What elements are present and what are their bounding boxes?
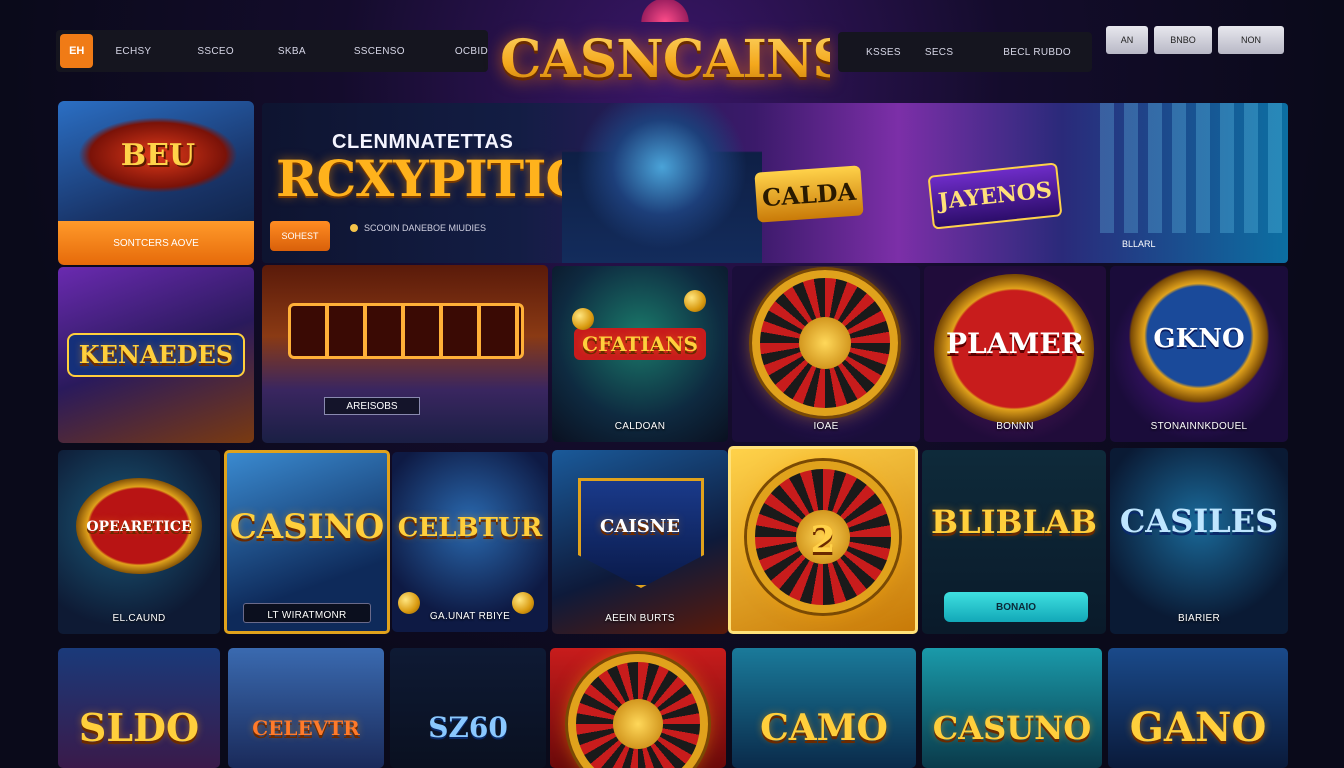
game-label: BONNN	[996, 421, 1034, 432]
nav-link-3[interactable]: SKBA	[278, 46, 306, 57]
game-title-art: SLDO	[78, 705, 200, 750]
hero-corner-label: BLLARL	[1122, 239, 1156, 249]
hero-title: RCXYPITIO	[276, 149, 589, 208]
game-title-art: PLAMER	[945, 327, 1085, 360]
top-bar: EH ECHSY SSCEO SKBA SSCENSO OCBID CASNCA…	[0, 0, 1344, 90]
game-label: AREISOBS	[324, 397, 420, 415]
hero-note: SCOOIN DANEBOE MIUDIES	[350, 223, 486, 233]
secondary-nav: KSSES SECS BECL RUBDO	[838, 32, 1092, 72]
roulette-wheel-image	[568, 654, 708, 768]
game-title-art: GKNO	[1153, 324, 1245, 354]
hero-note-text: SCOOIN DANEBOE MIUDIES	[364, 223, 487, 233]
game-title-art: GANO	[1129, 704, 1267, 751]
game-tile[interactable]: OPEARETICE EL.CAUND	[58, 450, 220, 634]
game-tile[interactable]: KENAEDES	[58, 267, 254, 443]
game-title-art: SZ60	[428, 711, 508, 744]
hero-character-image	[562, 103, 762, 263]
site-logo[interactable]: CASNCAINS	[500, 18, 850, 102]
bonus-button[interactable]: BONAIO	[944, 592, 1088, 622]
game-title-art: CELBTUR	[397, 513, 543, 543]
game-tile[interactable]: CELBTUR GA.UNAT RBIYE	[392, 452, 548, 632]
game-label: IOAE	[813, 421, 839, 432]
game-title-art: CASINO	[229, 507, 385, 547]
game-label: GA.UNAT RBIYE	[429, 611, 511, 622]
signup-button[interactable]: NON	[1218, 26, 1284, 54]
nav-link-8[interactable]: BECL RUBDO	[1003, 47, 1071, 58]
game-tile[interactable]: CAMO	[732, 648, 916, 768]
game-tile[interactable]: BLIBLAB BONAIO	[922, 450, 1106, 634]
game-tile[interactable]: SLDO	[58, 648, 220, 768]
game-title-art: CELEVTR	[252, 716, 360, 740]
game-tile[interactable]: GKNO STONAINNKDOUEL	[1110, 266, 1288, 442]
roulette-wheel-image	[752, 270, 898, 416]
game-tile[interactable]: GANO	[1108, 648, 1288, 768]
game-tile[interactable]: CELEVTR	[228, 648, 384, 768]
game-label: AEEIN BURTS	[605, 613, 675, 624]
game-tile[interactable]: IOAE	[732, 266, 920, 442]
game-tile[interactable]: CFATIANS CALDOAN	[552, 266, 728, 442]
promo-button[interactable]: SONTCERS AOVE	[58, 221, 254, 265]
nav-link-5[interactable]: OCBID	[455, 46, 488, 57]
game-label: STONAINNKDOUEL	[1150, 421, 1248, 432]
game-tile[interactable]: PLAMER BONNN	[924, 266, 1106, 442]
language-button[interactable]: AN	[1106, 26, 1148, 54]
game-tile[interactable]: CASUNO	[922, 648, 1102, 768]
game-title-art: CASUNO	[932, 709, 1092, 747]
nav-link-4[interactable]: SSCENSO	[354, 46, 405, 57]
promo-card[interactable]: BEU SONTCERS AOVE	[58, 101, 254, 265]
game-label: LT WIRATMONR	[267, 610, 347, 621]
hero-sign-left: CALDA	[754, 165, 864, 223]
game-title-art: CFATIANS	[574, 328, 706, 360]
game-tile[interactable]: CAISNE AEEIN BURTS	[552, 450, 728, 634]
slot-reels-image	[288, 303, 524, 359]
hero-cta-button[interactable]: SOHEST	[270, 221, 330, 251]
game-label: BIARIER	[1177, 613, 1221, 624]
nav-link-6[interactable]: KSSES	[866, 47, 901, 58]
game-title-art: KENAEDES	[66, 333, 246, 377]
hero-banner[interactable]: CLENMNATETTAS RCXYPITIO SOHEST SCOOIN DA…	[262, 103, 1288, 263]
nav-link-2[interactable]: SSCEO	[197, 46, 234, 57]
game-title-art: CASILES	[1119, 502, 1279, 540]
game-tile[interactable]: SZ60	[390, 648, 546, 768]
game-tile[interactable]: AREISOBS	[262, 265, 548, 443]
game-label: CALDOAN	[614, 421, 666, 432]
game-title-art: CAISNE	[600, 516, 680, 537]
promo-sign: BEU	[78, 117, 238, 193]
game-tile[interactable]: CASILES BIARIER	[1110, 448, 1288, 634]
game-title-art: OPEARETICE	[86, 519, 192, 535]
game-tile[interactable]: 2	[728, 446, 918, 634]
login-button[interactable]: BNBO	[1154, 26, 1212, 54]
nav-link-1[interactable]: ECHSY	[115, 46, 151, 57]
hero-sign-right: JAYENOS	[927, 162, 1063, 230]
game-title-art: 2	[810, 519, 836, 561]
game-tile[interactable]: CASINO LT WIRATMONR	[224, 450, 390, 634]
coin-icon	[572, 308, 594, 330]
game-title-art: BLIBLAB	[931, 503, 1097, 541]
coin-icon	[684, 290, 706, 312]
hero-city-image	[1100, 103, 1288, 233]
game-title-art: CAMO	[760, 707, 888, 749]
nav-link-7[interactable]: SECS	[925, 47, 953, 58]
home-button[interactable]: EH	[60, 34, 94, 68]
main-nav: EH ECHSY SSCEO SKBA SSCENSO OCBID	[56, 30, 488, 72]
coin-icon	[350, 224, 358, 232]
auth-buttons: AN BNBO NON	[1106, 26, 1284, 54]
game-tile[interactable]	[550, 648, 726, 768]
game-label: EL.CAUND	[112, 613, 166, 624]
